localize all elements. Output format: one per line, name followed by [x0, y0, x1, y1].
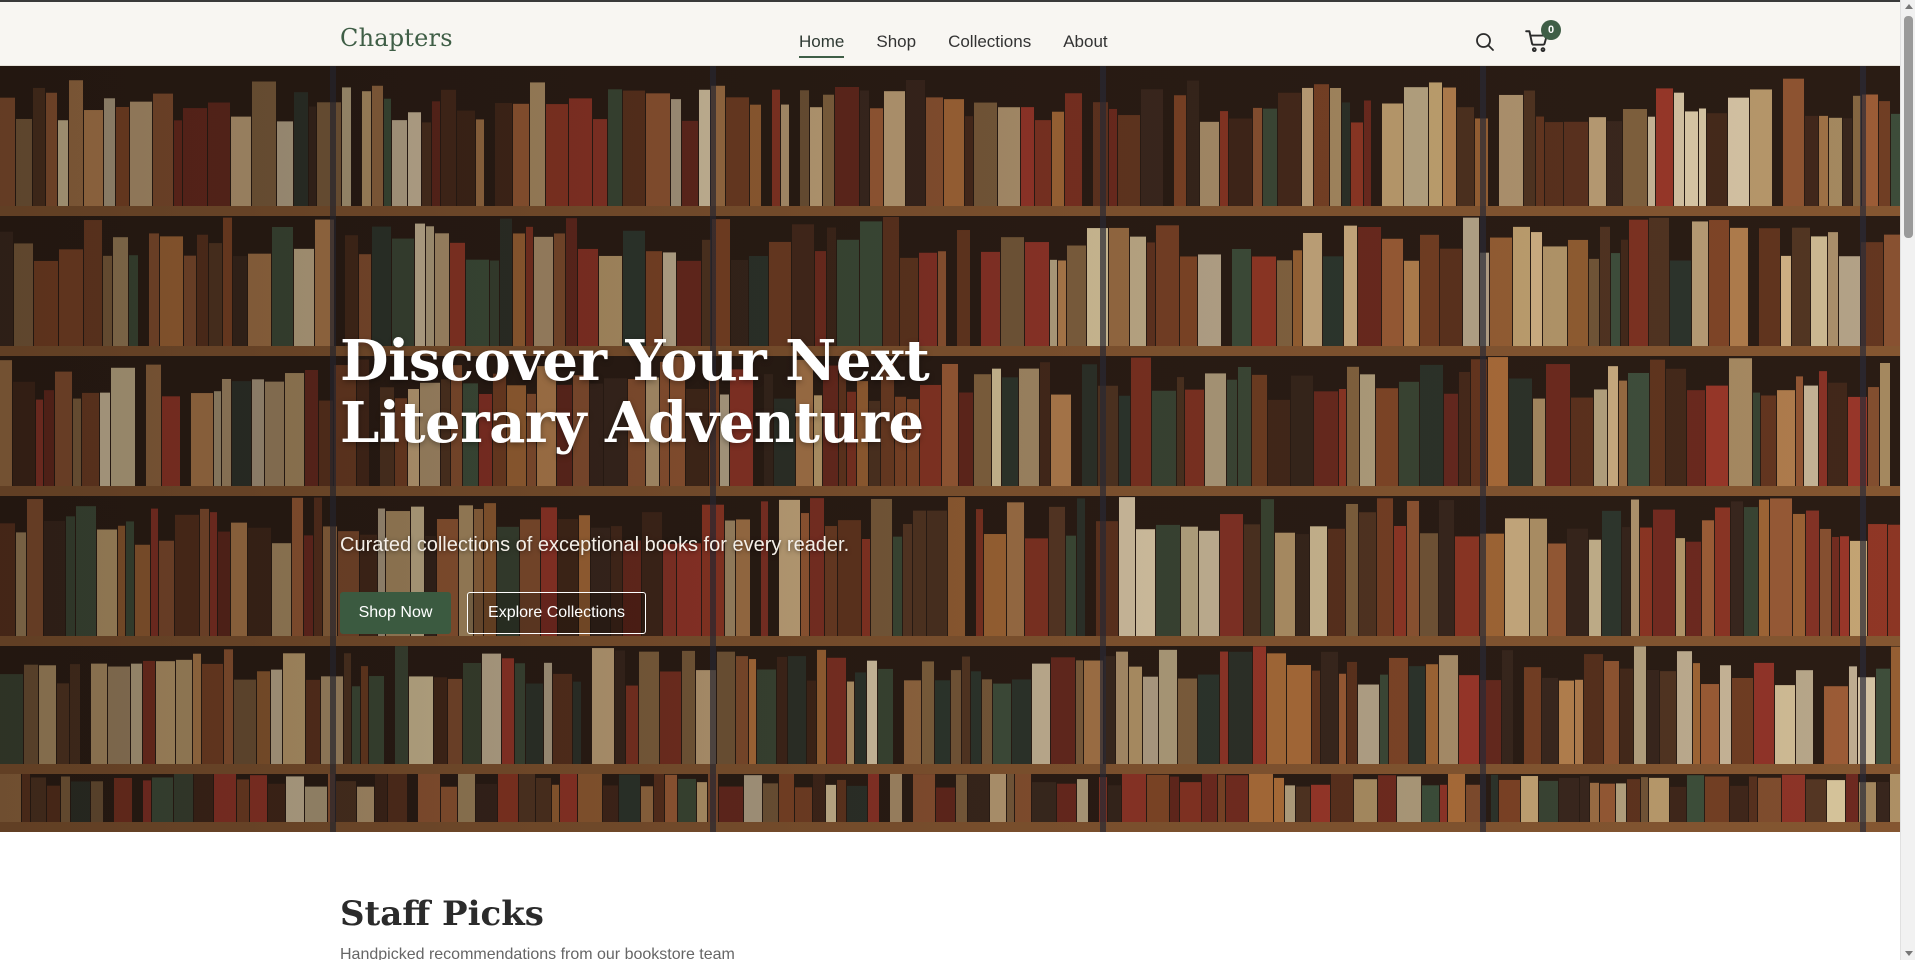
search-icon[interactable] — [1473, 30, 1497, 54]
nav-shop[interactable]: Shop — [876, 32, 916, 58]
staff-picks-subtitle: Handpicked recommendations from our book… — [340, 946, 735, 960]
cart-button[interactable]: 0 — [1524, 20, 1561, 56]
scrollbar-thumb[interactable] — [1904, 16, 1913, 238]
hero-title: Discover Your Next Literary Adventure — [340, 330, 1040, 454]
nav-about[interactable]: About — [1063, 32, 1107, 58]
site-logo[interactable]: Chapters — [340, 24, 453, 52]
scroll-down-arrow-icon[interactable] — [1905, 951, 1913, 956]
hero-title-line-2: Literary Adventure — [340, 390, 924, 456]
main-nav: Home Shop Collections About — [799, 32, 1108, 58]
shop-now-button[interactable]: Shop Now — [340, 592, 451, 634]
nav-collections[interactable]: Collections — [948, 32, 1031, 58]
hero-subtitle: Curated collections of exceptional books… — [340, 534, 850, 556]
hero-banner: Discover Your Next Literary Adventure Cu… — [0, 66, 1900, 832]
staff-picks-title: Staff Picks — [340, 894, 544, 934]
explore-collections-button[interactable]: Explore Collections — [467, 592, 646, 634]
cart-count-badge: 0 — [1541, 20, 1561, 40]
nav-home[interactable]: Home — [799, 32, 845, 58]
hero-title-line-1: Discover Your Next — [340, 328, 930, 394]
page-scrollbar[interactable] — [1900, 0, 1915, 960]
site-header: Chapters Home Shop Collections About 0 — [0, 2, 1900, 66]
scroll-up-arrow-icon[interactable] — [1905, 4, 1913, 9]
